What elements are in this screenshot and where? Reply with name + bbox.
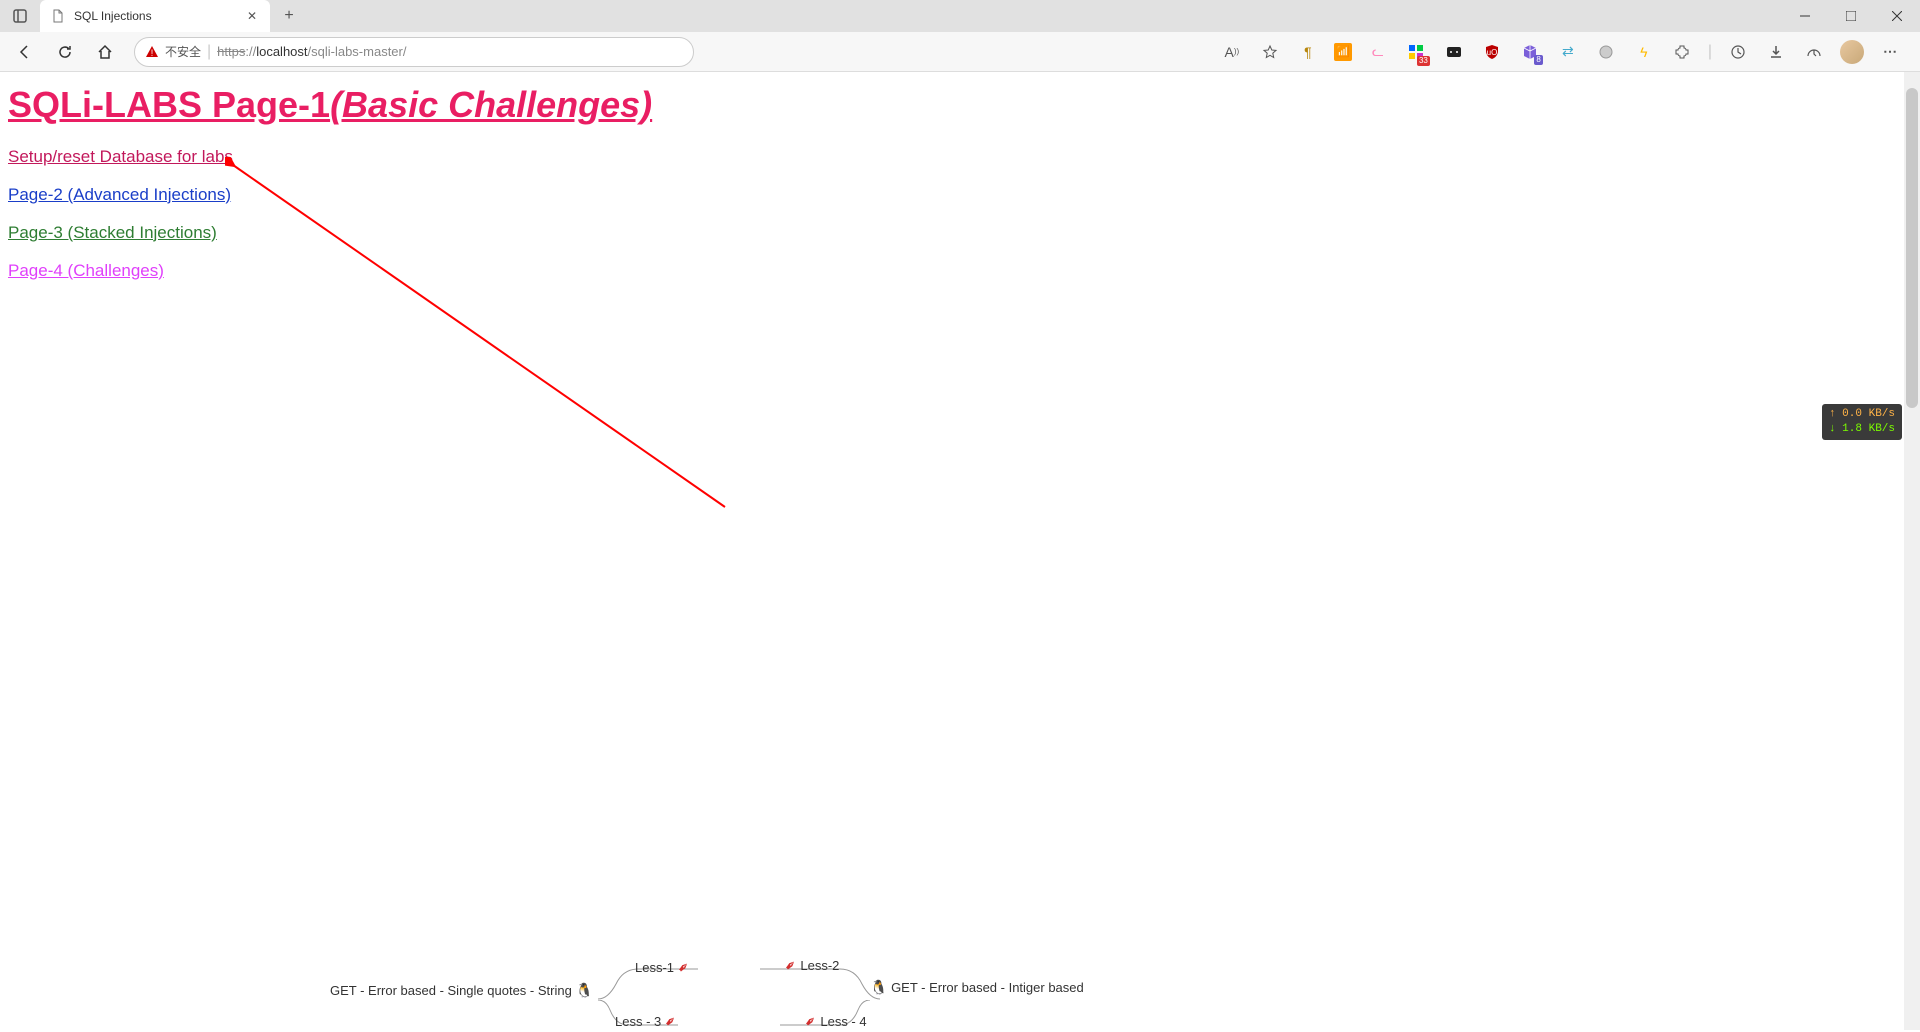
pen-icon: ✒ <box>661 1011 681 1031</box>
link-page4: Page-4 (Challenges) <box>8 261 1912 281</box>
upload-speed: ↑ 0.0 KB/s <box>1829 407 1895 422</box>
mindmap-node1-label: GET - Error based - Single quotes - Stri… <box>330 983 572 998</box>
browser-tab[interactable]: SQL Injections ✕ <box>40 0 270 32</box>
back-button[interactable] <box>8 35 42 69</box>
read-aloud-icon[interactable]: A)) <box>1220 40 1244 64</box>
box-icon[interactable]: 8 <box>1518 40 1542 64</box>
svg-text:uO: uO <box>1487 48 1498 57</box>
puzzle-badge-icon[interactable]: 33 <box>1404 40 1428 64</box>
home-button[interactable] <box>88 35 122 69</box>
tab-actions-icon[interactable] <box>0 0 40 32</box>
title-bar: SQL Injections ✕ + <box>0 0 1920 32</box>
download-speed: ↓ 1.8 KB/s <box>1829 422 1895 437</box>
penguin-icon: 🐧 <box>870 979 887 996</box>
mindmap-overlay: GET - Error based - Single quotes - Stri… <box>0 940 1920 1030</box>
refresh-button[interactable] <box>48 35 82 69</box>
rss-icon[interactable]: 📶 <box>1334 43 1352 61</box>
mindmap-node2-sub1: Less-2 <box>800 958 839 973</box>
record-icon[interactable] <box>1594 40 1618 64</box>
close-window-button[interactable] <box>1874 0 1920 32</box>
cat-icon[interactable]: ᓚ <box>1366 40 1390 64</box>
svg-text:!: ! <box>151 48 154 58</box>
link-page2: Page-2 (Advanced Injections) <box>8 185 1912 205</box>
scroll-thumb[interactable] <box>1906 88 1918 408</box>
close-icon[interactable]: ✕ <box>244 8 260 24</box>
network-speed-overlay: ↑ 0.0 KB/s ↓ 1.8 KB/s <box>1822 404 1902 440</box>
penguin-icon: 🐧 <box>575 982 592 999</box>
extensions-icon[interactable] <box>1670 40 1694 64</box>
downloads-icon[interactable] <box>1764 40 1788 64</box>
url-text: https://localhost/sqli-labs-master/ <box>217 44 406 59</box>
shield-icon[interactable]: uO <box>1480 40 1504 64</box>
address-bar[interactable]: ! 不安全 | https://localhost/sqli-labs-mast… <box>134 37 694 67</box>
warning-icon: ! <box>145 45 159 59</box>
page-content: SQLi-LABS Page-1(Basic Challenges) Setup… <box>0 72 1920 1030</box>
sync-icon[interactable]: ⇄ <box>1556 40 1580 64</box>
toolbar: ! 不安全 | https://localhost/sqli-labs-mast… <box>0 32 1920 72</box>
annotation-arrow <box>225 157 745 527</box>
screenshot-icon[interactable] <box>1442 40 1466 64</box>
vertical-scrollbar[interactable] <box>1904 72 1920 1030</box>
mindmap-node1-sub2: Less - 3 <box>615 1014 661 1029</box>
favorite-icon[interactable] <box>1258 40 1282 64</box>
more-icon[interactable]: ⋯ <box>1878 40 1902 64</box>
insecure-label: 不安全 <box>165 43 201 60</box>
new-tab-button[interactable]: + <box>274 0 304 32</box>
paragraph-icon[interactable]: ¶ <box>1296 40 1320 64</box>
mindmap-node2-label: GET - Error based - Intiger based <box>891 980 1084 995</box>
minimize-button[interactable] <box>1782 0 1828 32</box>
tab-title: SQL Injections <box>74 9 236 23</box>
page-icon <box>50 8 66 24</box>
pikachu-icon[interactable]: ϟ <box>1632 40 1656 64</box>
profile-avatar[interactable] <box>1840 40 1864 64</box>
link-setup-db-anchor[interactable]: Setup/reset Database for labs <box>8 147 233 166</box>
maximize-button[interactable] <box>1828 0 1874 32</box>
performance-icon[interactable] <box>1802 40 1826 64</box>
pen-icon: ✒ <box>673 957 693 977</box>
pen-icon: ✒ <box>801 1011 821 1031</box>
history-icon[interactable] <box>1726 40 1750 64</box>
mindmap-node2-sub2: Less - 4 <box>820 1014 866 1029</box>
link-setup-db: Setup/reset Database for labs <box>8 147 1912 167</box>
link-page3: Page-3 (Stacked Injections) <box>8 223 1912 243</box>
mindmap-node1-sub1: Less-1 <box>635 960 674 975</box>
pen-icon: ✒ <box>781 955 801 975</box>
page-title: SQLi-LABS Page-1(Basic Challenges) <box>8 82 1912 129</box>
link-page4-anchor[interactable]: Page-4 (Challenges) <box>8 261 164 280</box>
link-page2-anchor[interactable]: Page-2 (Advanced Injections) <box>8 185 231 204</box>
link-page3-anchor[interactable]: Page-3 (Stacked Injections) <box>8 223 217 242</box>
